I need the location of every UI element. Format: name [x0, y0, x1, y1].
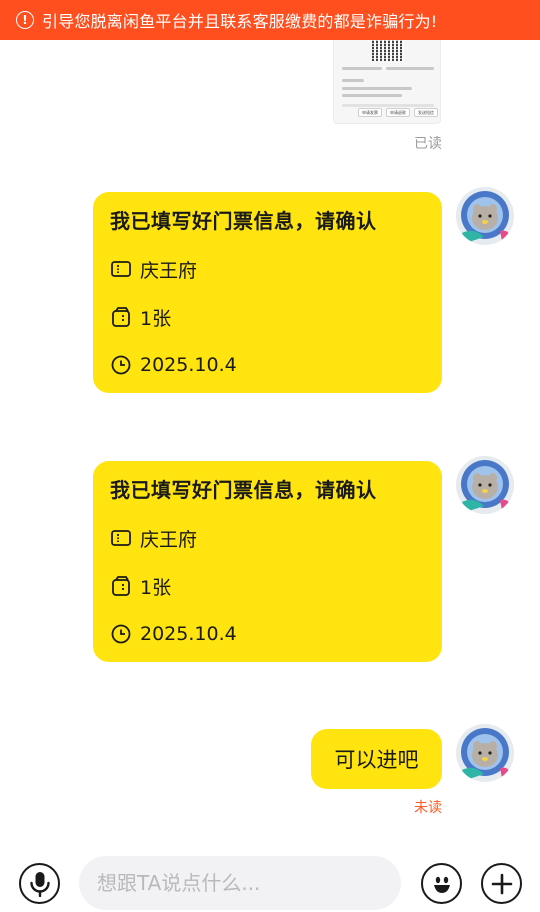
ticket-icon — [110, 258, 132, 280]
screenshot-image-message[interactable]: 申请发票 申请退款 发送短信 — [333, 30, 441, 124]
ticket-place-row: 庆王府 — [110, 255, 197, 283]
cat-astronaut-avatar-icon — [456, 187, 514, 245]
ticket-icon — [110, 527, 132, 549]
fraud-warning-banner: ! 引导您脱离闲鱼平台并且联系客服缴费的都是诈骗行为! — [0, 0, 540, 40]
input-bar — [0, 846, 540, 912]
clock-icon — [110, 623, 132, 645]
unread-status: 未读 — [414, 800, 442, 816]
smiley-icon — [433, 876, 450, 893]
place-name: 庆王府 — [140, 259, 198, 282]
qr-code-image — [372, 39, 404, 61]
avatar[interactable] — [456, 187, 514, 245]
warning-text: 引导您脱离闲鱼平台并且联系客服缴费的都是诈骗行为! — [42, 12, 438, 31]
ticket-quantity: 1张 — [140, 307, 172, 330]
avatar[interactable] — [456, 456, 514, 514]
ticket-info-card[interactable]: 我已填写好门票信息，请确认 庆王府 1张 2025.10.4 — [93, 461, 442, 662]
clock-icon — [110, 354, 132, 376]
ticket-place-row: 庆王府 — [110, 524, 197, 552]
ticket-info-card[interactable]: 我已填写好门票信息，请确认 庆王府 1张 2025.10.4 — [93, 192, 442, 393]
ticket-quantity-row: 1张 — [110, 303, 171, 331]
card-title: 我已填写好门票信息，请确认 — [110, 209, 377, 233]
place-name: 庆王府 — [140, 528, 198, 551]
avatar[interactable] — [456, 724, 514, 782]
ticket-quantity-row: 1张 — [110, 572, 171, 600]
ticket-stack-icon — [110, 306, 132, 328]
screenshot-buttons: 申请发票 申请退款 发送短信 — [358, 108, 438, 117]
ticket-date-row: 2025.10.4 — [110, 351, 237, 379]
read-status: 已读 — [414, 136, 442, 152]
plus-icon — [491, 873, 512, 894]
voice-input-button[interactable] — [19, 863, 60, 904]
cat-astronaut-avatar-icon — [456, 456, 514, 514]
more-actions-button[interactable] — [481, 863, 522, 904]
ticket-quantity: 1张 — [140, 576, 172, 599]
message-input[interactable] — [79, 856, 401, 910]
exclamation-circle-icon: ! — [16, 11, 34, 29]
cat-astronaut-avatar-icon — [456, 724, 514, 782]
emoji-button[interactable] — [421, 863, 462, 904]
card-title: 我已填写好门票信息，请确认 — [110, 478, 377, 502]
ticket-date-row: 2025.10.4 — [110, 620, 237, 648]
microphone-icon — [29, 871, 50, 897]
ticket-date: 2025.10.4 — [140, 354, 237, 376]
message-bubble[interactable]: 可以进吧 — [311, 729, 442, 789]
ticket-date: 2025.10.4 — [140, 623, 237, 645]
ticket-stack-icon — [110, 575, 132, 597]
